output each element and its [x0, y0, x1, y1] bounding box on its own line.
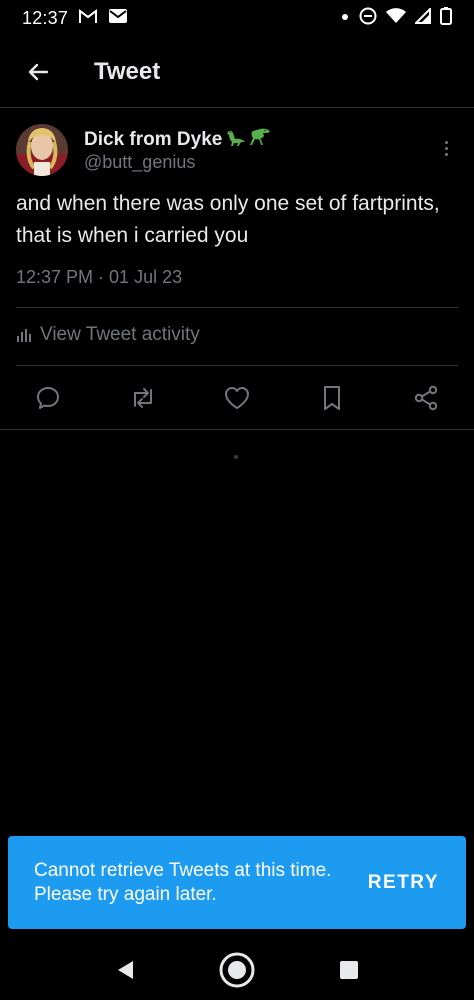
author-name[interactable]: Dick from Dyke [84, 129, 222, 151]
bookmark-icon [324, 386, 340, 410]
tweet-timestamp: 12:37 PM · 01 Jul 23 [16, 267, 183, 287]
dot-icon [444, 152, 448, 156]
avatar[interactable] [16, 124, 68, 176]
do-not-disturb-icon [359, 7, 377, 30]
wifi-icon [386, 7, 406, 29]
system-nav-bar [0, 936, 474, 1000]
reply-button[interactable] [33, 383, 63, 413]
retry-button[interactable]: RETRY [368, 872, 439, 894]
retweet-icon [134, 388, 152, 408]
author-row: Dick from Dyke @butt_genius [0, 108, 474, 188]
status-bar: 12:37 [0, 0, 474, 36]
header-bar: Tweet [0, 36, 474, 108]
author-handle[interactable]: @butt_genius [84, 152, 195, 173]
dinosaur-icon [225, 127, 247, 152]
view-tweet-activity-button[interactable]: View Tweet activity [16, 324, 200, 346]
back-button[interactable] [18, 52, 58, 92]
divider [16, 307, 458, 308]
tweet-actions [0, 366, 474, 430]
like-icon [225, 387, 249, 409]
more-options-button[interactable] [436, 136, 456, 160]
bookmark-button[interactable] [317, 383, 347, 413]
home-circle-icon [219, 952, 255, 988]
recents-square-icon [340, 961, 358, 979]
tweet-detail: Dick from Dyke @butt_genius and when the… [0, 108, 474, 430]
like-button[interactable] [222, 383, 252, 413]
error-snackbar: Cannot retrieve Tweets at this time. Ple… [8, 836, 466, 929]
battery-icon [440, 6, 452, 30]
analytics-icon [17, 329, 31, 342]
dot-icon [444, 140, 448, 144]
system-back-button[interactable] [105, 950, 145, 990]
share-button[interactable] [411, 383, 441, 413]
system-home-button[interactable] [217, 950, 257, 990]
back-triangle-icon [118, 961, 133, 979]
snackbar-message: Cannot retrieve Tweets at this time. Ple… [34, 859, 332, 905]
share-icon [414, 385, 438, 411]
dot-icon [340, 9, 350, 27]
t-rex-icon [250, 127, 272, 152]
author-name-line: Dick from Dyke [84, 127, 272, 152]
tweet-text: and when there was only one set of fartp… [16, 192, 440, 247]
activity-label: View Tweet activity [40, 324, 200, 345]
gmail-icon [78, 8, 98, 29]
reply-icon [37, 387, 59, 409]
signal-icon [413, 6, 431, 29]
status-time: 12:37 [22, 7, 69, 28]
divider [0, 429, 474, 430]
dot-icon [444, 146, 448, 150]
page-title: Tweet [94, 57, 161, 85]
arrow-left-icon [28, 63, 49, 80]
retweet-button[interactable] [128, 383, 158, 413]
mail-icon [108, 8, 128, 29]
system-recents-button[interactable] [329, 950, 369, 990]
loading-indicator [234, 455, 238, 459]
